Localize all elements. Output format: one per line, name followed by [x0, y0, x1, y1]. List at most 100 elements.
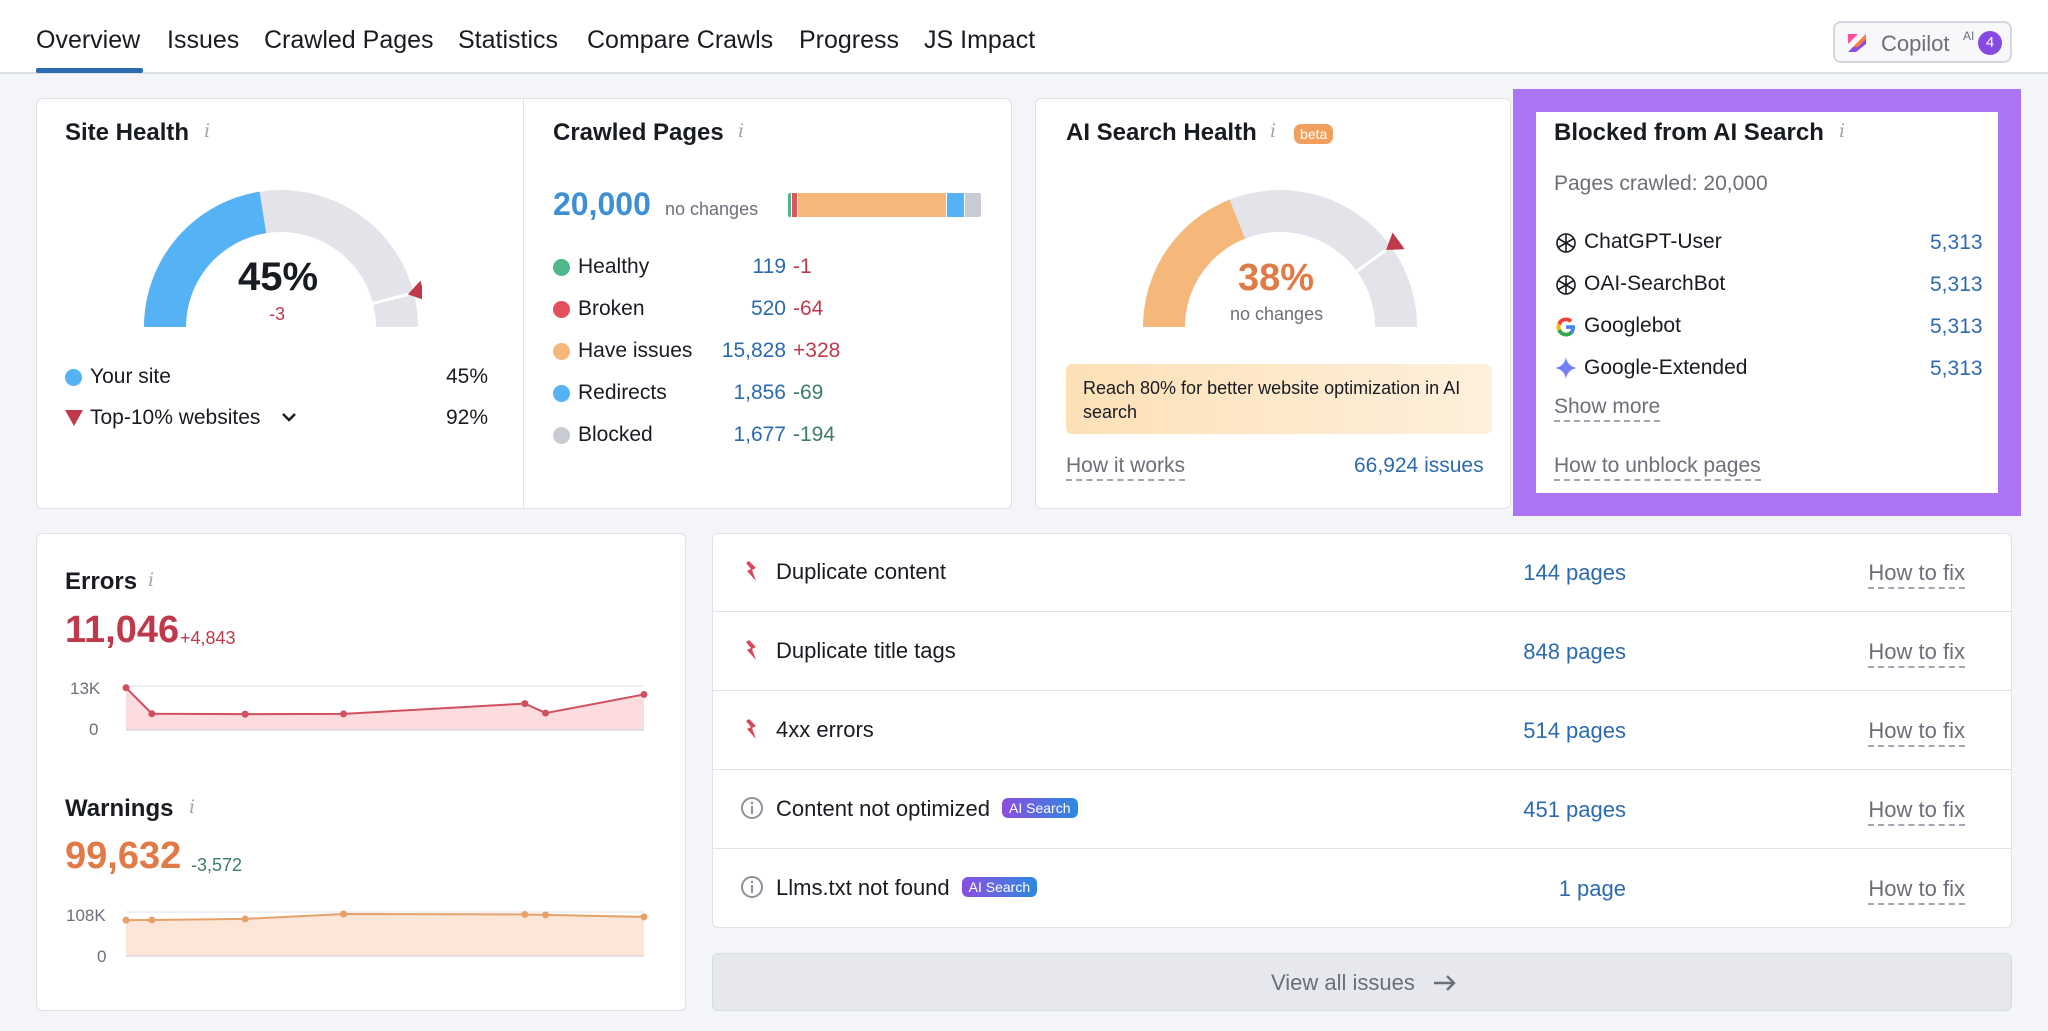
- bot-name-chatgpt-user: ChatGPT-User: [1584, 230, 1722, 253]
- bot-name-oai-searchbot: OAI-SearchBot: [1584, 272, 1726, 295]
- sparkline-point[interactable]: [122, 684, 130, 692]
- ai-search-health-info-icon[interactable]: i: [1270, 120, 1276, 142]
- site-health-delta: -3: [269, 304, 286, 324]
- blocked-ai-info-icon[interactable]: i: [1839, 120, 1845, 142]
- info-circle-icon: [741, 797, 763, 819]
- bot-name-googlebot: Googlebot: [1584, 314, 1681, 337]
- view-all-issues-button[interactable]: View all issues: [712, 953, 2012, 1011]
- crawled-row-label-have-issues: Have issues: [578, 339, 693, 362]
- bot-value-chatgpt-user[interactable]: 5,313: [1930, 231, 1983, 255]
- crawled-pages-info-icon[interactable]: i: [738, 120, 744, 142]
- warnings-delta: -3,572: [191, 855, 243, 875]
- sparkline-point[interactable]: [640, 690, 648, 698]
- bot-value-googlebot[interactable]: 5,313: [1930, 315, 1983, 339]
- tab-progress[interactable]: Progress: [799, 26, 899, 55]
- blocked-ai-card: [1536, 112, 1998, 493]
- warnings-info-icon[interactable]: i: [189, 796, 195, 818]
- issue-pages-link[interactable]: 144 pages: [1523, 560, 1626, 586]
- issue-pages-link[interactable]: 1 page: [1559, 876, 1626, 902]
- bot-value-google-extended[interactable]: 5,313: [1930, 357, 1983, 381]
- errors-info-icon[interactable]: i: [148, 569, 154, 591]
- tab-overview[interactable]: Overview: [36, 26, 140, 55]
- errors-sparkline: [122, 684, 648, 731]
- tab-compare-crawls[interactable]: Compare Crawls: [587, 26, 773, 55]
- sparkline-point[interactable]: [340, 710, 348, 718]
- how-to-fix-link[interactable]: How to fix: [1868, 797, 1965, 826]
- how-to-fix-link[interactable]: How to fix: [1868, 718, 1965, 747]
- sparkline-point[interactable]: [148, 710, 156, 718]
- chevron-down-icon[interactable]: [281, 412, 297, 424]
- crawled-row-delta-healthy: -1: [793, 255, 812, 278]
- top10-triangle-icon: [65, 410, 83, 426]
- tab-statistics[interactable]: Statistics: [458, 26, 558, 55]
- crawled-row-delta-broken: -64: [793, 297, 824, 320]
- issue-label[interactable]: Content not optimized AI Search: [776, 796, 1078, 822]
- warnings-value[interactable]: 99,632: [65, 835, 181, 878]
- show-more-link[interactable]: Show more: [1554, 395, 1661, 422]
- sparkline-point[interactable]: [241, 915, 249, 923]
- how-it-works-link[interactable]: How it works: [1066, 454, 1186, 481]
- legend-top10-value: 92%: [446, 406, 489, 429]
- issue-pages-link[interactable]: 451 pages: [1523, 797, 1626, 823]
- redirects-dot: [553, 385, 570, 402]
- issue-pages-link[interactable]: 514 pages: [1523, 718, 1626, 744]
- sparkline-point[interactable]: [122, 916, 130, 924]
- tab-issues[interactable]: Issues: [167, 26, 239, 55]
- how-to-fix-link[interactable]: How to fix: [1868, 639, 1965, 668]
- crawled-pages-total[interactable]: 20,000: [553, 186, 651, 223]
- how-to-fix-link[interactable]: How to fix: [1868, 876, 1965, 905]
- how-to-fix-link[interactable]: How to fix: [1868, 560, 1965, 589]
- crawled-row-delta-redirects: -69: [793, 381, 824, 404]
- crawled-row-label-broken: Broken: [578, 297, 645, 320]
- openai-icon: [1556, 233, 1576, 253]
- copilot-button[interactable]: Copilot AI 4: [1833, 21, 2012, 63]
- crawled-pages-title: Crawled Pages: [553, 119, 724, 146]
- tab-js-impact[interactable]: JS Impact: [924, 26, 1035, 55]
- sparkline-point[interactable]: [148, 916, 156, 924]
- issue-label-text: Content not optimized: [776, 796, 991, 821]
- issue-row[interactable]: Duplicate content 144 pages How to fix: [712, 533, 2012, 612]
- crawled-row-value-have-issues[interactable]: 15,828: [722, 339, 786, 363]
- crawled-row-label-redirects: Redirects: [578, 381, 667, 404]
- tab-crawled-pages[interactable]: Crawled Pages: [264, 26, 434, 55]
- copilot-ai-sup: AI: [1963, 29, 1975, 43]
- crawled-row-value-broken[interactable]: 520: [751, 297, 786, 321]
- issue-row[interactable]: Content not optimized AI Search 451 pages H…: [712, 770, 2012, 849]
- sparkline-point[interactable]: [640, 913, 648, 921]
- sparkline-point[interactable]: [340, 910, 348, 918]
- blocked-dot: [553, 427, 570, 444]
- warnings-y-min-label: 0: [97, 947, 107, 966]
- issue-label-text: 4xx errors: [776, 717, 874, 742]
- issue-row[interactable]: 4xx errors 514 pages How to fix: [712, 691, 2012, 770]
- sparkline-point[interactable]: [241, 710, 249, 718]
- sparkline-point[interactable]: [542, 709, 550, 717]
- sparkline-point[interactable]: [521, 910, 529, 918]
- warnings-sparkline: [122, 910, 648, 957]
- errors-value[interactable]: 11,046: [65, 609, 179, 652]
- issue-row[interactable]: Duplicate title tags 848 pages How to fix: [712, 612, 2012, 691]
- issue-row[interactable]: Llms.txt not found AI Search 1 page How to …: [712, 849, 2012, 928]
- sparkline-point[interactable]: [521, 700, 529, 708]
- site-health-info-icon[interactable]: i: [204, 120, 210, 142]
- crawled-row-value-redirects[interactable]: 1,856: [733, 381, 786, 405]
- bot-name-google-extended: Google-Extended: [1584, 356, 1748, 379]
- gemini-icon: [1555, 357, 1577, 379]
- errors-y-max-label: 13K: [70, 679, 101, 698]
- issue-label[interactable]: 4xx errors: [776, 717, 874, 743]
- top-nav: Overview Issues Crawled Pages Statistics…: [0, 0, 2048, 74]
- google-icon: [1556, 317, 1575, 337]
- errors-title: Errors: [65, 568, 138, 595]
- crawled-row-value-healthy[interactable]: 119: [753, 255, 786, 279]
- issue-label[interactable]: Llms.txt not found AI Search: [776, 875, 1038, 901]
- issue-pages-link[interactable]: 848 pages: [1523, 639, 1626, 665]
- ai-issues-link[interactable]: 66,924 issues: [1354, 454, 1484, 478]
- sparkline-point[interactable]: [542, 911, 550, 919]
- issue-label-text: Duplicate title tags: [776, 638, 956, 663]
- sparkline-line: [125, 686, 645, 716]
- bot-value-oai-searchbot[interactable]: 5,313: [1930, 273, 1983, 297]
- warnings-title: Warnings: [65, 795, 174, 822]
- issue-label[interactable]: Duplicate content: [776, 559, 946, 585]
- how-to-unblock-link[interactable]: How to unblock pages: [1554, 454, 1761, 481]
- crawled-row-value-blocked[interactable]: 1,677: [733, 423, 786, 447]
- issue-label[interactable]: Duplicate title tags: [776, 638, 956, 664]
